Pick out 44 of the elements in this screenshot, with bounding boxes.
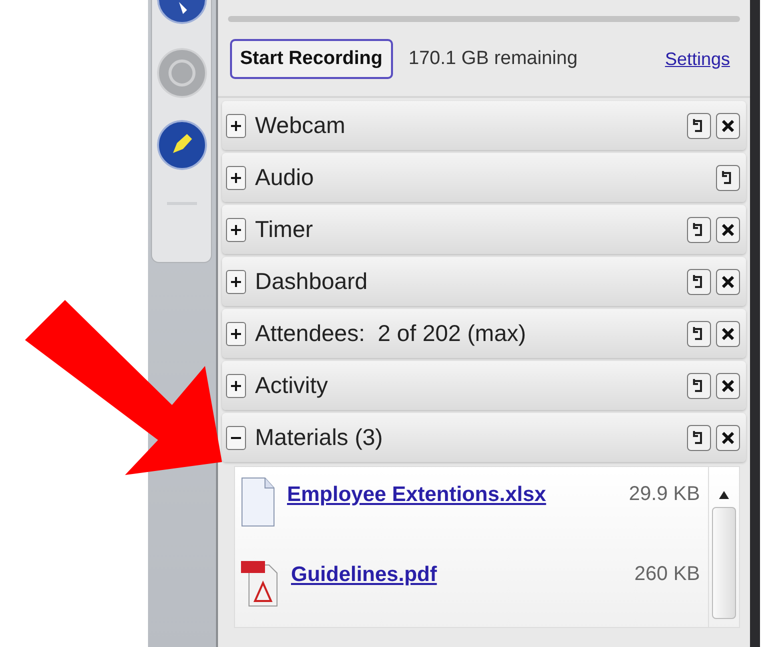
expand-icon[interactable]: [226, 270, 246, 294]
start-recording-button[interactable]: Start Recording: [230, 39, 393, 79]
popout-button[interactable]: [687, 372, 711, 398]
panel-title: Dashboard: [255, 268, 369, 295]
scrollbar-thumb[interactable]: [712, 507, 736, 619]
document-icon: [241, 477, 275, 527]
expand-icon[interactable]: [226, 114, 246, 138]
popout-button[interactable]: [687, 112, 711, 138]
file-link[interactable]: Guidelines.pdf: [291, 563, 634, 587]
file-size: 29.9 KB: [628, 483, 700, 506]
pencil-icon[interactable]: [156, 120, 206, 170]
expand-icon[interactable]: [226, 218, 246, 242]
expand-icon[interactable]: [226, 322, 246, 346]
close-icon: [722, 432, 734, 444]
close-button[interactable]: [716, 320, 740, 346]
close-icon: [722, 276, 734, 288]
collapse-icon[interactable]: [226, 426, 246, 450]
panel-title: Activity: [255, 372, 329, 399]
storage-remaining: 170.1 GB remaining: [408, 48, 579, 70]
close-icon: [722, 380, 734, 392]
close-button[interactable]: [716, 268, 740, 294]
popout-button[interactable]: [687, 268, 711, 294]
expand-icon[interactable]: [226, 374, 246, 398]
expand-icon[interactable]: [226, 166, 246, 190]
panel-title: Materials (3): [255, 424, 384, 451]
close-button[interactable]: [716, 372, 740, 398]
popout-button[interactable]: [716, 164, 740, 190]
popout-button[interactable]: [687, 216, 711, 242]
close-icon: [722, 224, 734, 236]
panel-title: Audio: [255, 164, 315, 191]
scroll-up-icon[interactable]: [719, 491, 729, 499]
close-icon: [722, 328, 734, 340]
close-button[interactable]: [716, 424, 740, 450]
panel-title: Timer: [255, 216, 314, 243]
panel-title: Attendees: 2 of 202 (max): [255, 320, 528, 347]
popout-button[interactable]: [687, 320, 711, 346]
close-icon: [722, 120, 734, 132]
settings-link[interactable]: Settings: [664, 48, 730, 70]
panel-title: Webcam: [255, 112, 346, 139]
file-link[interactable]: Employee Extentions.xlsx: [287, 483, 629, 507]
close-button[interactable]: [716, 112, 740, 138]
popout-button[interactable]: [687, 424, 711, 450]
close-button[interactable]: [716, 216, 740, 242]
file-size: 260 KB: [634, 563, 700, 586]
